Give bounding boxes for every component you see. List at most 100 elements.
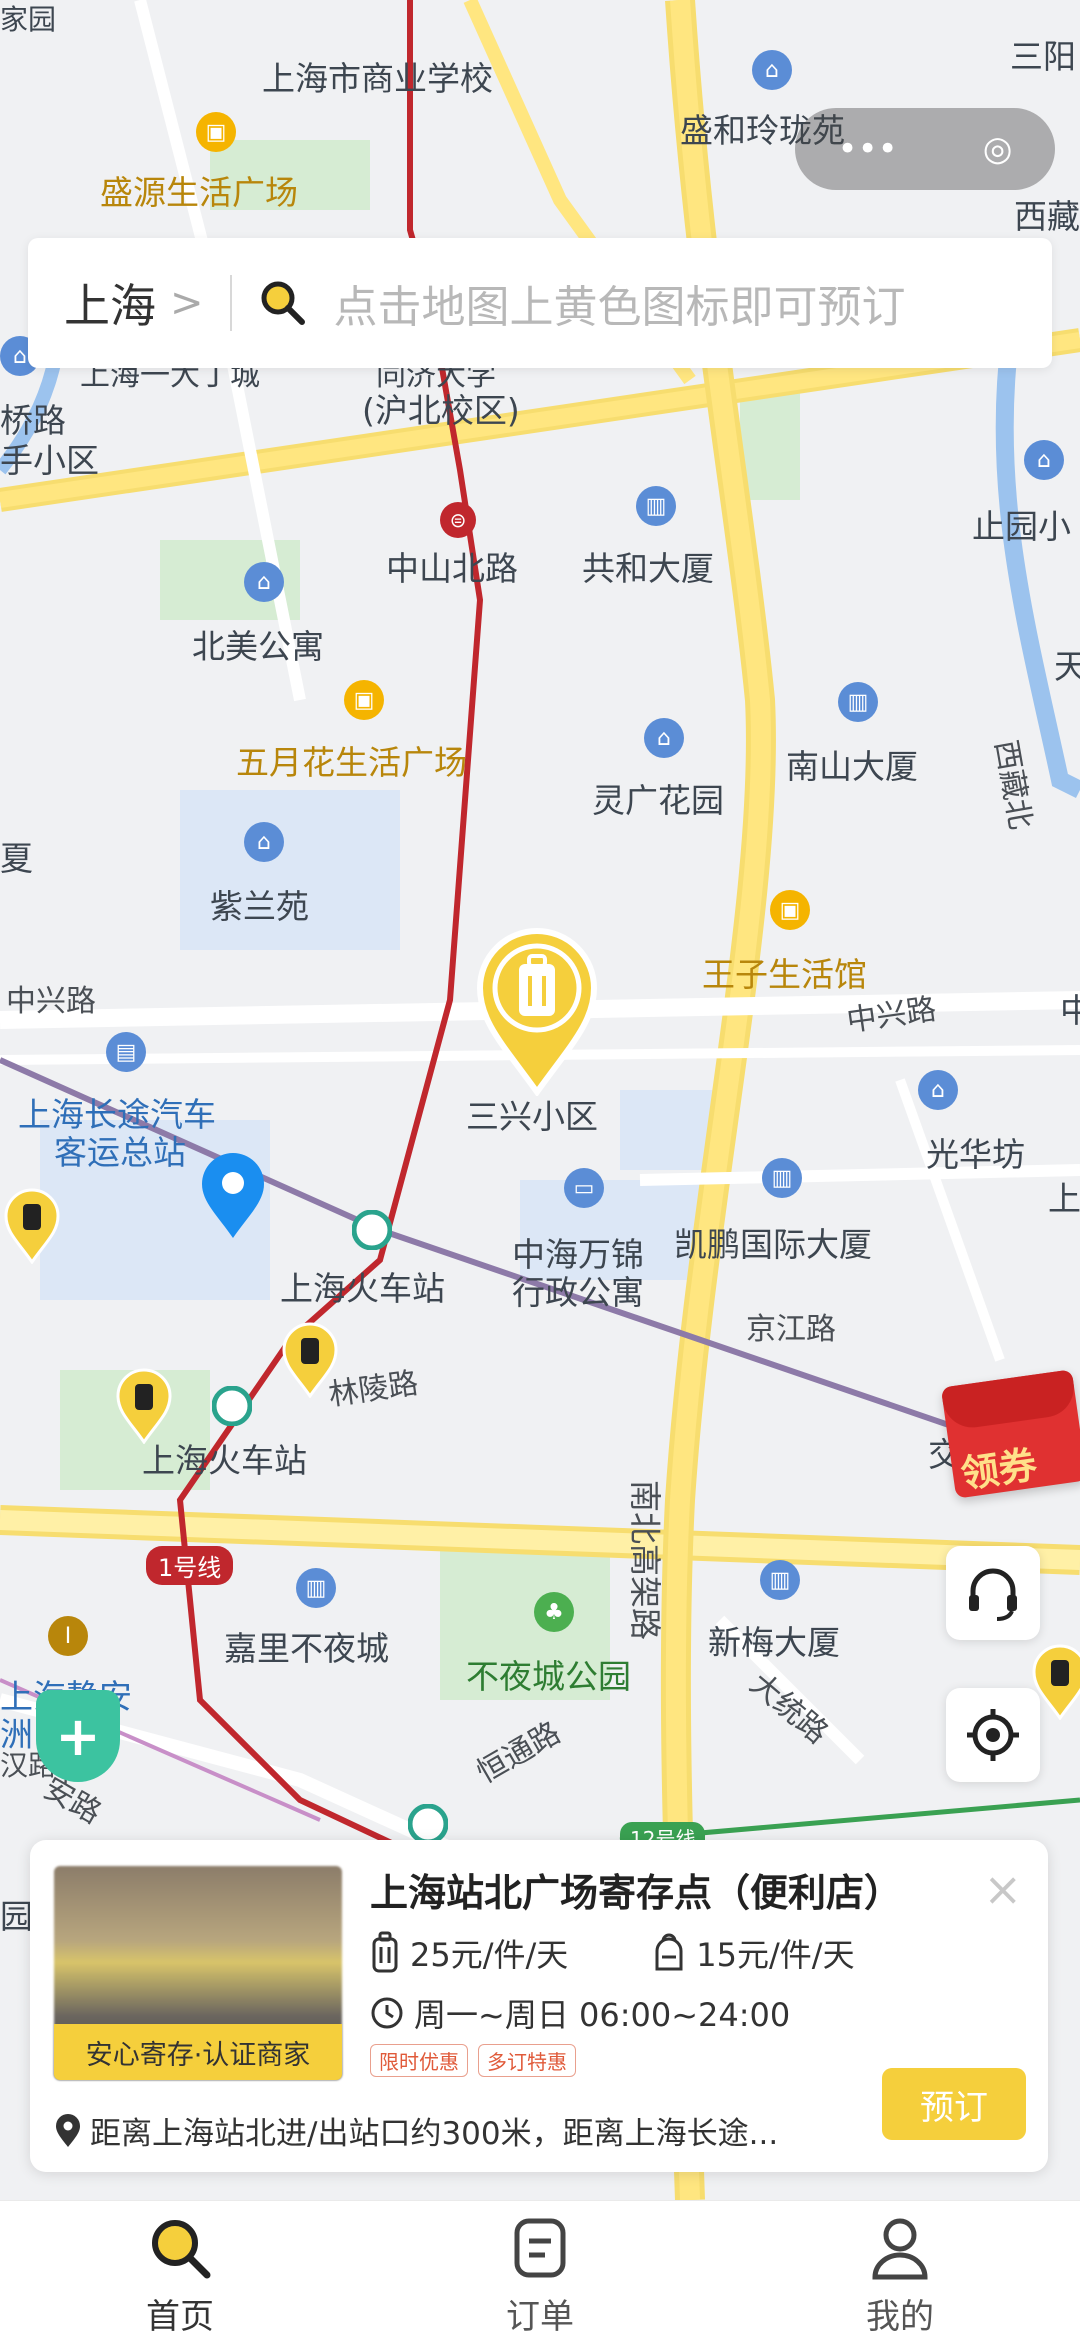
map-label: 行政公寓	[512, 1273, 644, 1312]
price-small-luggage: 15元/件/天	[696, 1936, 855, 1974]
promo-tags: 限时优惠 多订特惠	[370, 2044, 586, 2077]
residence-poi-icon: ⌂	[918, 1070, 958, 1110]
office-poi-icon: ▥	[760, 1560, 800, 1600]
coupon-button[interactable]: 领券	[940, 1369, 1080, 1499]
price-large-luggage: 25元/件/天	[410, 1936, 569, 1974]
search-bar[interactable]: 上海 > 点击地图上黄色图标即可预订	[28, 238, 1052, 368]
price-row: 25元/件/天 15元/件/天	[370, 1930, 855, 1976]
luggage-large-icon	[372, 1931, 398, 1973]
metro-station-icon	[408, 1804, 448, 1844]
metro-station-icon: ⊜	[440, 502, 476, 538]
tab-label: 我的	[866, 2297, 934, 2337]
office-poi-icon: ▥	[762, 1158, 802, 1198]
headset-icon	[969, 1568, 1017, 1621]
search-input[interactable]: 点击地图上黄色图标即可预订	[334, 271, 906, 335]
city-selector[interactable]: 上海	[64, 270, 156, 336]
map-label: 夏	[0, 839, 33, 878]
metro-station-icon	[212, 1386, 252, 1426]
current-location-pin-icon	[202, 1153, 264, 1238]
metro-station-icon	[352, 1210, 392, 1250]
location-pin-icon	[56, 2113, 80, 2147]
map-label: 共和大厦	[582, 549, 714, 588]
map-label: 中兴路	[6, 984, 96, 1019]
user-icon	[872, 2218, 928, 2280]
miniapp-capsule[interactable]: ••• ◎	[795, 108, 1055, 190]
bus-station-poi-icon: ▤	[106, 1032, 146, 1072]
office-poi-icon: ▥	[296, 1568, 336, 1608]
map-label: 新梅大厦	[708, 1623, 840, 1662]
business-hours: 周一~周日 06:00~24:00	[414, 1996, 791, 2034]
luggage-pin-icon[interactable]	[4, 1188, 60, 1264]
map-label: (沪北校区)	[362, 391, 520, 430]
residence-poi-icon: ⌂	[244, 562, 284, 602]
store-card[interactable]: 安心寄存·认证商家 上海站北广场寄存点（便利店） × 25元/件/天 15元/件…	[30, 1840, 1048, 2172]
residence-poi-icon: ⌂	[644, 718, 684, 758]
luggage-pin-icon[interactable]	[282, 1322, 338, 1398]
map-label: 中山北路	[386, 549, 518, 588]
tab-label: 首页	[146, 2297, 214, 2337]
map-label: 三阳	[1010, 37, 1076, 76]
residence-poi-icon: ⌂	[752, 50, 792, 90]
shopping-poi-icon: ▣	[196, 112, 236, 152]
plus-icon: +	[55, 1704, 101, 1768]
backpack-icon	[655, 1933, 683, 1971]
map-label: 家园	[0, 3, 57, 36]
map-label: 紫兰苑	[210, 887, 309, 926]
map-label: 客运总站	[54, 1133, 186, 1172]
hotel-poi-icon: ▭	[564, 1168, 604, 1208]
office-poi-icon: ▥	[838, 682, 878, 722]
map-label: 园	[0, 1897, 33, 1936]
selected-luggage-pin-icon[interactable]	[474, 926, 600, 1096]
tab-profile[interactable]: 我的	[720, 2201, 1080, 2341]
tab-label: 订单	[506, 2297, 574, 2337]
more-icon[interactable]: •••	[838, 129, 898, 169]
close-target-icon[interactable]: ◎	[983, 129, 1013, 169]
map-label: 五月花生活广场	[236, 743, 467, 782]
store-name: 上海站北广场寄存点（便利店）	[370, 1871, 903, 1915]
map-label: 手小区	[0, 441, 99, 480]
locate-button[interactable]	[946, 1688, 1040, 1782]
info-poi-icon: I	[48, 1616, 88, 1656]
map-label: 南北高架路	[626, 1480, 664, 1641]
luggage-pin-icon[interactable]	[116, 1368, 172, 1444]
coupon-label: 领券	[958, 1442, 1040, 1497]
map-label: 南山大厦	[786, 747, 918, 786]
park-poi-icon: ♣	[534, 1592, 574, 1632]
map-label: 上海市商业学校	[262, 59, 493, 98]
map-label: 中	[1060, 991, 1080, 1030]
tab-home[interactable]: 首页	[0, 2201, 360, 2341]
customer-service-button[interactable]	[946, 1546, 1040, 1640]
map-label: 王子生活馆	[702, 955, 867, 994]
map-label: 凯鹏国际大厦	[674, 1225, 872, 1264]
map-label: 北美公寓	[192, 627, 324, 666]
shopping-poi-icon: ▣	[770, 890, 810, 930]
map-label: 盛源生活广场	[100, 173, 298, 212]
address-text: 距离上海站北进/出站口约300米，距离上海长途...	[90, 2116, 779, 2152]
map-label: 上海火车站	[280, 1269, 445, 1308]
promo-tag: 多订特惠	[478, 2044, 576, 2077]
order-icon	[514, 2218, 566, 2278]
map-label: 西藏	[1014, 197, 1080, 236]
tab-orders[interactable]: 订单	[360, 2201, 720, 2341]
close-icon[interactable]: ×	[983, 1862, 1022, 1916]
residence-poi-icon: ⌂	[1024, 440, 1064, 480]
map-label: 光华坊	[926, 1135, 1025, 1174]
chevron-right-icon: >	[170, 280, 204, 326]
search-icon	[152, 2220, 211, 2279]
divider	[229, 275, 232, 331]
map-label: 嘉里不夜城	[224, 1629, 389, 1668]
insurance-shield-button[interactable]: +	[36, 1690, 120, 1782]
metro-line-badge: 1号线	[146, 1546, 234, 1585]
hours-row: 周一~周日 06:00~24:00	[370, 1990, 790, 2036]
search-icon	[261, 281, 305, 325]
office-poi-icon: ▥	[636, 486, 676, 526]
map-label: 上	[1048, 1179, 1080, 1218]
book-button[interactable]: 预订	[882, 2068, 1026, 2140]
map-label: 灵广花园	[592, 781, 724, 820]
map-label: 三兴小区	[466, 1097, 598, 1136]
promo-tag: 限时优惠	[370, 2044, 468, 2077]
residence-poi-icon: ⌂	[244, 822, 284, 862]
certified-merchant-tag: 安心寄存·认证商家	[54, 2024, 342, 2080]
crosshair-icon	[967, 1709, 1019, 1761]
clock-icon	[371, 1997, 403, 2029]
